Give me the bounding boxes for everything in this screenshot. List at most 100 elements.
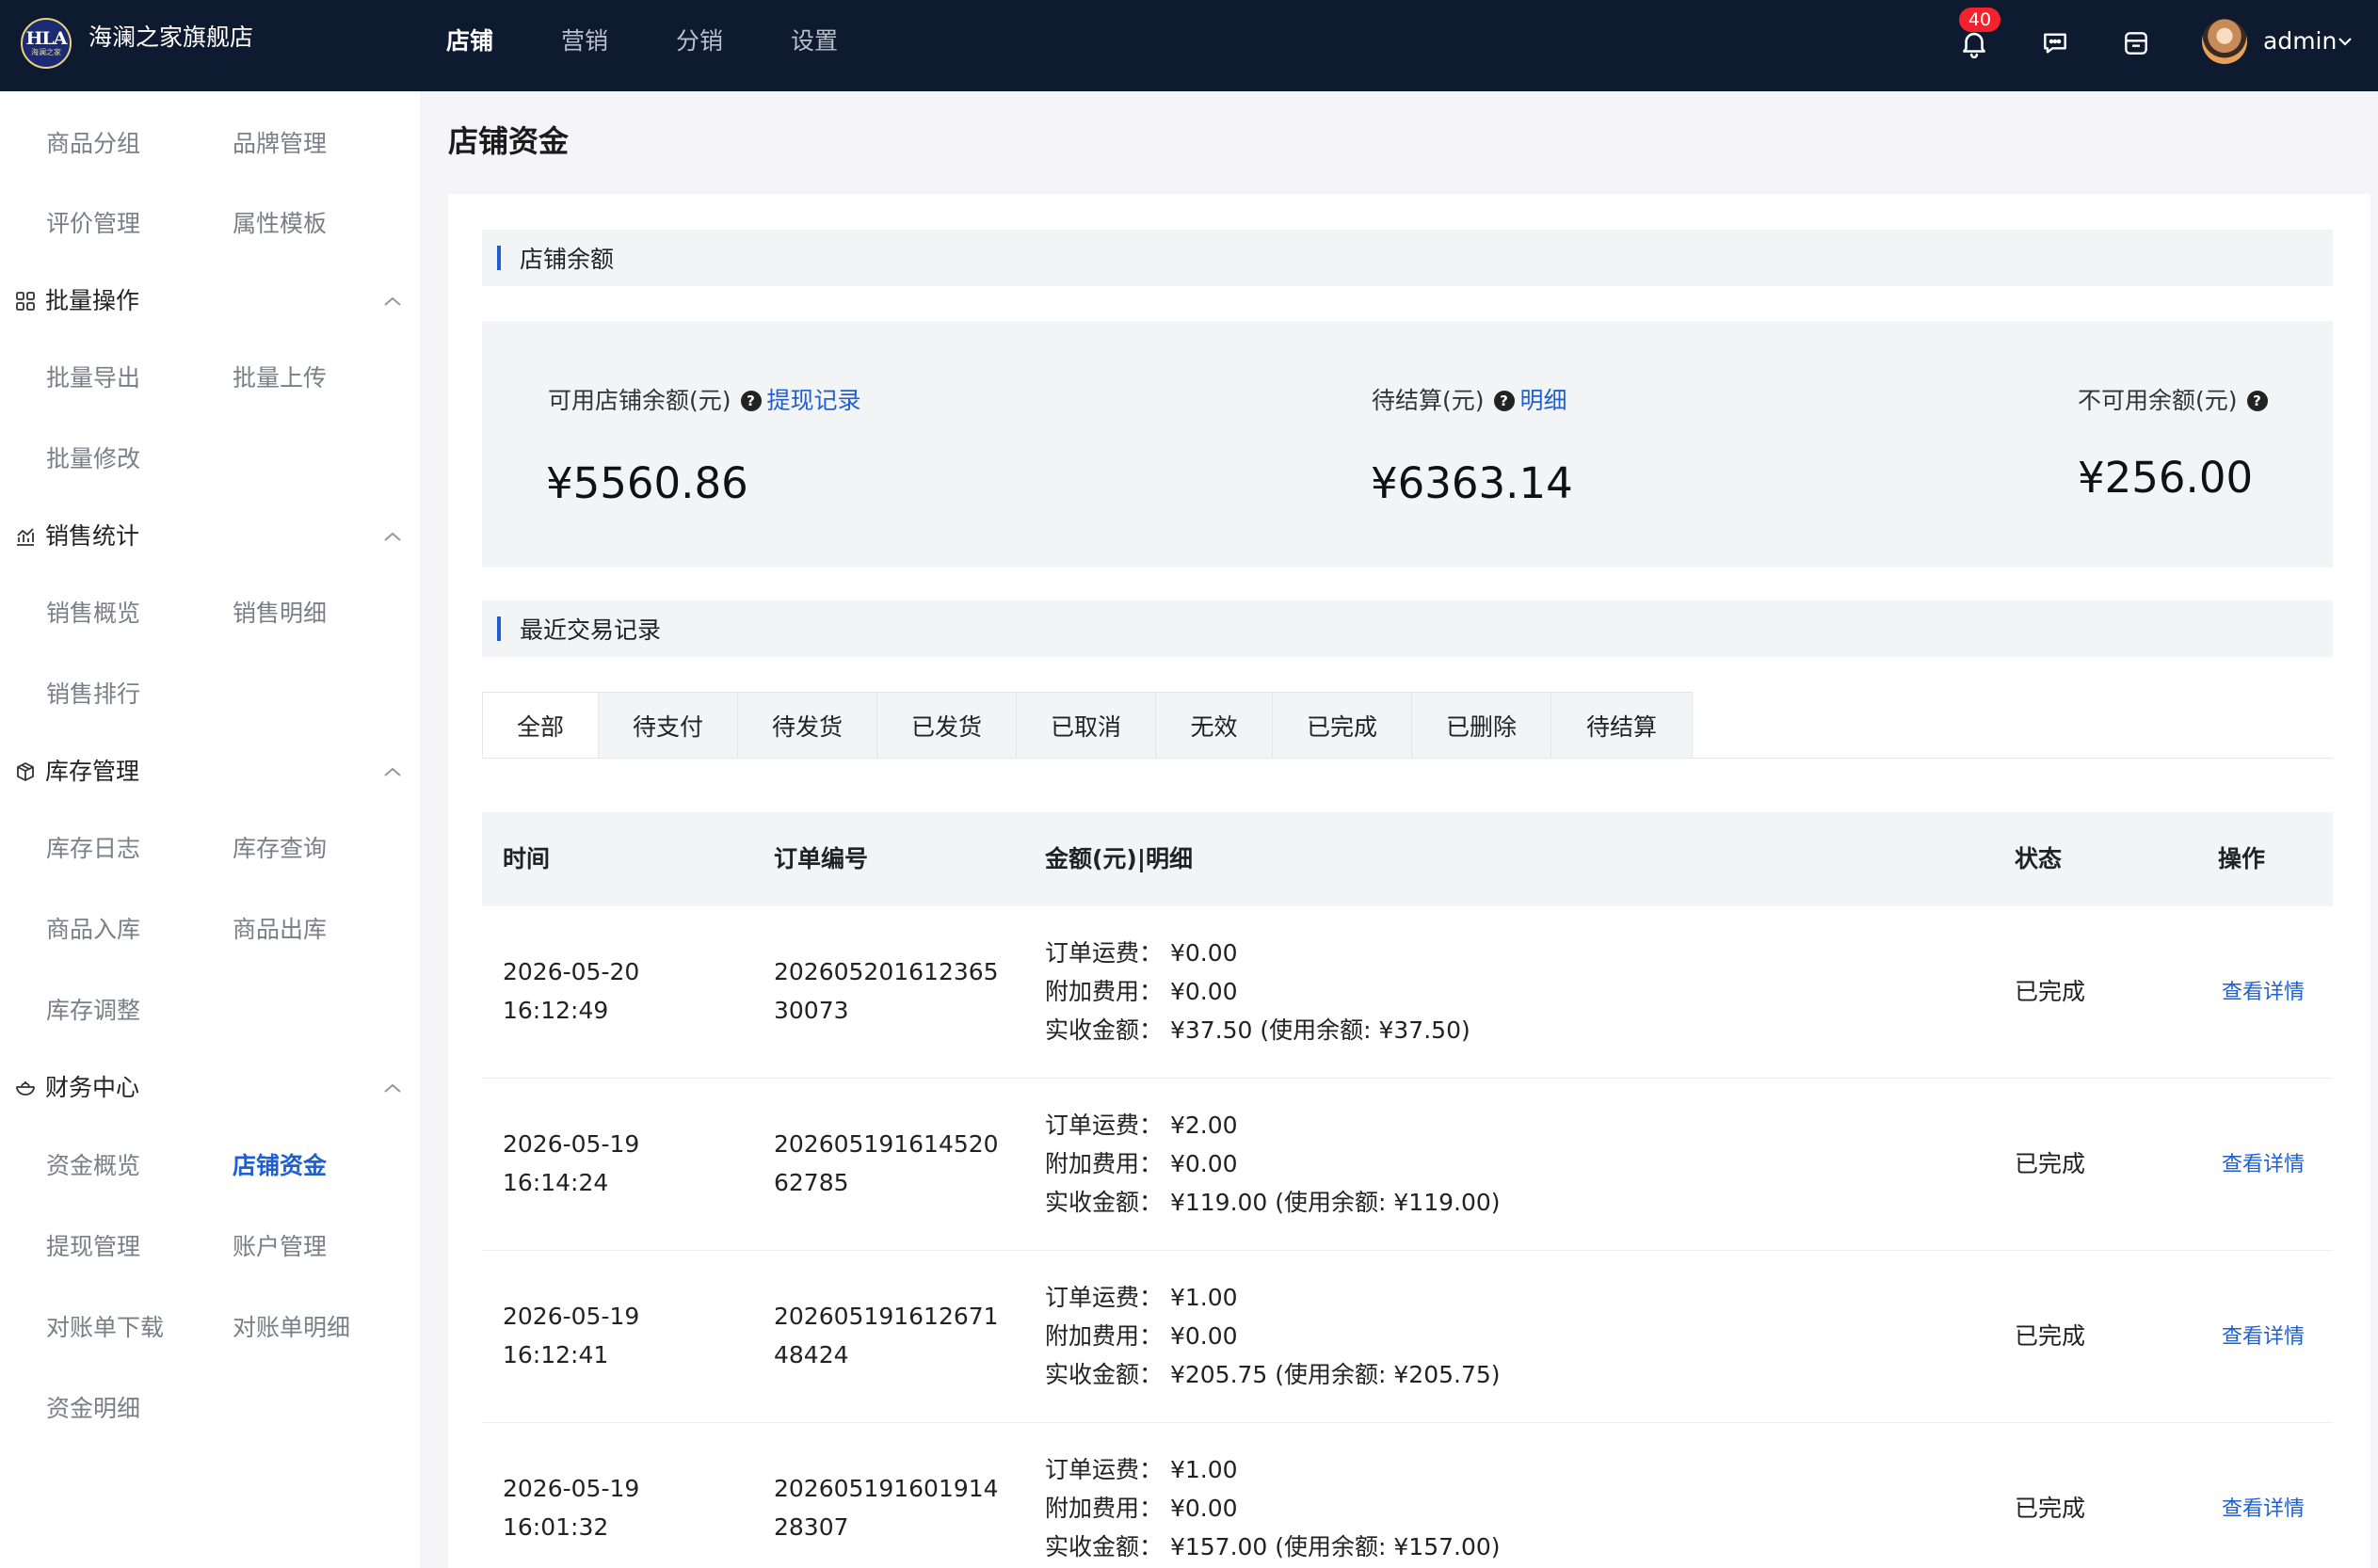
tab-invalid[interactable]: 无效 <box>1156 693 1273 758</box>
sidebar-item-sales-ranking[interactable]: 销售排行 <box>46 679 140 711</box>
row-date: 2026-05-20 <box>503 958 640 985</box>
column-header-time: 时间 <box>503 845 551 872</box>
tab-pending-shipment[interactable]: 待发货 <box>738 693 877 758</box>
row-date: 2026-05-19 <box>503 1130 640 1158</box>
page-title: 店铺资金 <box>448 123 570 159</box>
table-row: 2026-05-19 16:14:24 202605191614520 6278… <box>482 1079 2333 1251</box>
tabs-divider <box>482 758 2333 759</box>
sidebar-item-fund-detail[interactable]: 资金明细 <box>46 1393 140 1425</box>
nav-settings[interactable]: 设置 <box>791 23 838 60</box>
sidebar-item-batch-export[interactable]: 批量导出 <box>46 362 140 394</box>
sidebar-item-sales-overview[interactable]: 销售概览 <box>46 598 140 630</box>
sidebar-group-label: 销售统计 <box>45 522 140 550</box>
sidebar-item-statement-download[interactable]: 对账单下载 <box>46 1312 164 1344</box>
sidebar-group-label: 财务中心 <box>45 1074 140 1101</box>
row-received: 实收金额： ¥157.00 (使用余额: ¥157.00) <box>1045 1533 1501 1560</box>
nav-store[interactable]: 店铺 <box>446 23 493 60</box>
logo-subtext: 海澜之家 <box>31 48 61 56</box>
help-icon[interactable]: ? <box>740 391 762 411</box>
row-extra-fee: 附加费用： ¥0.00 <box>1045 978 1238 1005</box>
table-row: 2026-05-19 16:01:32 202605191601914 2830… <box>482 1423 2333 1568</box>
row-status: 已完成 <box>2015 1322 2086 1350</box>
withdraw-records-link[interactable]: 提现记录 <box>767 384 861 418</box>
view-detail-link[interactable]: 查看详情 <box>2222 973 2305 1012</box>
user-avatar[interactable] <box>2202 19 2247 64</box>
section-accent-bar <box>497 616 501 641</box>
chevron-up-icon[interactable] <box>382 1080 403 1098</box>
tab-all[interactable]: 全部 <box>483 693 599 758</box>
view-detail-link[interactable]: 查看详情 <box>2222 1490 2305 1528</box>
balance-label-text: 可用店铺余额(元) <box>548 387 731 414</box>
nav-marketing[interactable]: 营销 <box>561 23 608 60</box>
order-status-tabs: 全部 待支付 待发货 已发货 已取消 无效 已完成 已删除 待结算 <box>482 692 1693 759</box>
chevron-up-icon[interactable] <box>382 529 403 547</box>
column-header-action: 操作 <box>2218 845 2266 872</box>
row-order-no-cont: 28307 <box>774 1513 849 1541</box>
sidebar-item-sales-detail[interactable]: 销售明细 <box>233 598 327 630</box>
view-detail-link[interactable]: 查看详情 <box>2222 1318 2305 1356</box>
sidebar-item-account[interactable]: 账户管理 <box>233 1231 327 1263</box>
tab-pending-payment[interactable]: 待支付 <box>599 693 738 758</box>
chart-icon <box>13 524 38 549</box>
store-name: 海澜之家旗舰店 <box>88 24 254 51</box>
sidebar-item-batch-upload[interactable]: 批量上传 <box>233 362 327 394</box>
sidebar-item-reviews[interactable]: 评价管理 <box>46 208 140 240</box>
sidebar-group-label: 批量操作 <box>45 287 140 314</box>
chevron-down-icon[interactable] <box>2337 34 2354 52</box>
sidebar-item-statement-detail[interactable]: 对账单明细 <box>233 1312 350 1344</box>
sidebar-item-stock-out[interactable]: 商品出库 <box>233 914 327 946</box>
sidebar-group-inventory[interactable]: 库存管理 <box>13 756 139 788</box>
chevron-up-icon[interactable] <box>382 294 403 312</box>
sidebar-item-attr-template[interactable]: 属性模板 <box>233 208 327 240</box>
top-nav: 店铺 营销 分销 设置 <box>446 23 906 60</box>
records-section-header: 最近交易记录 <box>482 600 2333 657</box>
sidebar-item-batch-edit[interactable]: 批量修改 <box>46 443 140 475</box>
row-status: 已完成 <box>2015 1495 2086 1522</box>
sidebar-item-stock-in[interactable]: 商品入库 <box>46 914 140 946</box>
balance-summary <box>482 321 2333 568</box>
storefront-icon[interactable] <box>2117 24 2155 62</box>
tab-pending-settlement[interactable]: 待结算 <box>1551 693 1692 758</box>
tab-shipped[interactable]: 已发货 <box>877 693 1017 758</box>
row-status: 已完成 <box>2015 978 2086 1005</box>
sidebar-item-brand[interactable]: 品牌管理 <box>233 128 327 160</box>
nav-distribution[interactable]: 分销 <box>676 23 723 60</box>
top-bar: HLA 海澜之家 海澜之家旗舰店 店铺 营销 分销 设置 40 admin <box>0 0 2378 91</box>
view-detail-link[interactable]: 查看详情 <box>2222 1145 2305 1184</box>
pending-detail-link[interactable]: 明细 <box>1520 384 1567 418</box>
row-order-no-cont: 48424 <box>774 1341 849 1368</box>
store-logo[interactable]: HLA 海澜之家 <box>21 18 72 69</box>
available-balance-label: 可用店铺余额(元) ? 提现记录 <box>548 384 861 418</box>
message-icon[interactable] <box>2036 24 2074 62</box>
tab-completed[interactable]: 已完成 <box>1273 693 1412 758</box>
sidebar-item-inventory-log[interactable]: 库存日志 <box>46 833 140 865</box>
box-icon <box>13 760 38 784</box>
pending-settlement-label: 待结算(元) ? 明细 <box>1372 384 1567 418</box>
row-time: 16:14:24 <box>503 1169 609 1196</box>
column-header-order-no: 订单编号 <box>774 845 869 872</box>
row-date: 2026-05-19 <box>503 1475 640 1502</box>
sidebar-item-fund-overview[interactable]: 资金概览 <box>46 1150 140 1182</box>
grid-icon <box>13 289 38 313</box>
sidebar-item-product-group[interactable]: 商品分组 <box>46 128 140 160</box>
row-shipping-fee: 订单运费： ¥0.00 <box>1045 939 1238 967</box>
row-date: 2026-05-19 <box>503 1303 640 1330</box>
help-icon[interactable]: ? <box>1493 391 1515 411</box>
tab-cancelled[interactable]: 已取消 <box>1017 693 1156 758</box>
sidebar-item-inventory-query[interactable]: 库存查询 <box>233 833 327 865</box>
chevron-up-icon[interactable] <box>382 764 403 782</box>
sidebar-group-label: 库存管理 <box>45 758 140 785</box>
sidebar-group-batch[interactable]: 批量操作 <box>13 285 139 317</box>
logo-text: HLA <box>25 28 67 49</box>
sidebar-item-stock-adjust[interactable]: 库存调整 <box>46 995 140 1027</box>
help-icon[interactable]: ? <box>2246 391 2268 411</box>
row-status: 已完成 <box>2015 1150 2086 1177</box>
sidebar-group-finance[interactable]: 财务中心 <box>13 1072 139 1104</box>
user-name[interactable]: admin <box>2263 24 2337 58</box>
tab-deleted[interactable]: 已删除 <box>1412 693 1551 758</box>
sidebar-item-withdraw[interactable]: 提现管理 <box>46 1231 140 1263</box>
sidebar-item-store-funds[interactable]: 店铺资金 <box>233 1150 327 1182</box>
sidebar-group-sales[interactable]: 销售统计 <box>13 520 139 552</box>
section-accent-bar <box>497 246 501 270</box>
notification-count-badge: 40 <box>1959 8 2000 32</box>
